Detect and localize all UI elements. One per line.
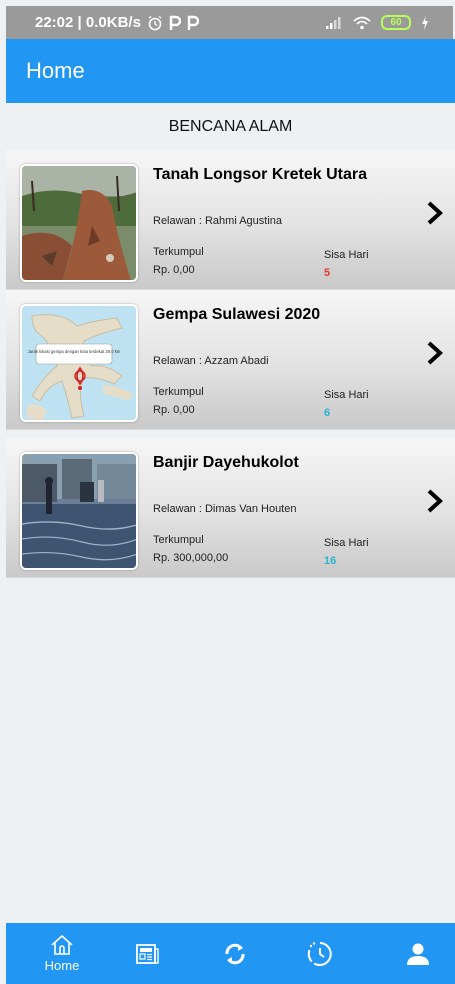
disaster-card[interactable]: Banjir Dayehukolot Relawan : Dimas Van H… — [6, 438, 455, 578]
app-bar: Home — [6, 39, 455, 103]
collected-label: Terkumpul — [153, 246, 204, 258]
p-app-icon — [169, 15, 181, 30]
status-left: 22:02 | 0.0KB/s — [35, 14, 199, 31]
nav-sync[interactable] — [200, 923, 270, 984]
nav-history[interactable] — [285, 923, 355, 984]
nav-news[interactable] — [112, 923, 182, 984]
collected-amount: Rp. 300,000,00 — [153, 552, 229, 564]
app-screen: 22:02 | 0.0KB/s 60 Home BENCANA ALAM Tan… — [0, 0, 455, 984]
nav-home[interactable]: Home — [27, 923, 97, 984]
p-app-icon — [187, 15, 199, 30]
section-title: BENCANA ALAM — [168, 118, 293, 135]
collected-label: Terkumpul — [153, 534, 204, 546]
collected-amount: Rp. 0,00 — [153, 404, 195, 416]
charging-icon — [422, 15, 428, 30]
remaining-days-value: 6 — [324, 407, 331, 419]
collected-amount: Rp. 0,00 — [153, 264, 195, 276]
card-title: Tanah Longsor Kretek Utara — [153, 166, 367, 183]
disaster-card[interactable]: Tanah Longsor Kretek Utara Relawan : Rah… — [6, 150, 455, 290]
status-time: 22:02 | 0.0KB/s — [35, 14, 141, 31]
battery-icon: 60 — [381, 15, 411, 30]
volunteer-name: Relawan : Rahmi Agustina — [153, 215, 283, 227]
card-title: Gempa Sulawesi 2020 — [153, 306, 321, 323]
wifi-icon — [353, 16, 371, 29]
chevron-right-icon[interactable] — [425, 488, 445, 514]
signal-icon — [326, 16, 341, 29]
nav-home-label: Home — [44, 958, 80, 973]
flood-photo — [20, 452, 138, 570]
page-title: Home — [26, 58, 85, 83]
remaining-days-value: 16 — [324, 555, 337, 567]
remaining-days-label: Sisa Hari — [324, 389, 369, 401]
disaster-card[interactable]: Jarak lokasi gempa dengan kota terdekat … — [6, 290, 455, 430]
bottom-navigation: Home — [6, 923, 455, 984]
volunteer-name: Relawan : Azzam Abadi — [153, 355, 269, 367]
map-tooltip-text: Jarak lokasi gempa dengan kota terdekat … — [28, 349, 121, 354]
status-bar: 22:02 | 0.0KB/s 60 — [6, 6, 453, 39]
home-icon — [51, 934, 73, 955]
remaining-days-value: 5 — [324, 267, 331, 279]
news-icon — [136, 943, 159, 964]
sync-icon — [225, 943, 245, 964]
collected-label: Terkumpul — [153, 386, 204, 398]
remaining-days-label: Sisa Hari — [324, 249, 369, 261]
alarm-icon — [148, 15, 162, 30]
profile-icon — [407, 943, 429, 965]
chevron-right-icon[interactable] — [425, 340, 445, 366]
landslide-photo — [20, 164, 138, 282]
sulawesi-map: Jarak lokasi gempa dengan kota terdekat … — [20, 304, 138, 422]
volunteer-name: Relawan : Dimas Van Houten — [153, 503, 297, 515]
remaining-days-label: Sisa Hari — [324, 537, 369, 549]
chevron-right-icon[interactable] — [425, 200, 445, 226]
status-right: 60 — [325, 15, 429, 30]
nav-profile[interactable] — [383, 923, 453, 984]
history-icon — [307, 941, 332, 966]
card-title: Banjir Dayehukolot — [153, 454, 299, 471]
